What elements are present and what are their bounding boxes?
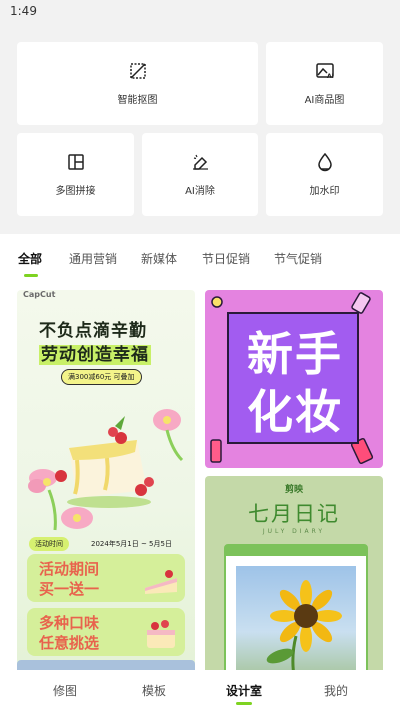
cake-illustration (28, 409, 184, 531)
promo-text: 任意挑选 (39, 634, 100, 652)
template-feed[interactable]: CapCut 不负点滴辛勤 劳动创造幸福 满300减60元 可叠加 活动时间 2… (0, 284, 400, 670)
tool-multi-image-collage[interactable]: 多图拼接 (17, 133, 134, 216)
window-title-bar (226, 546, 366, 556)
tab-general-marketing[interactable]: 通用营销 (69, 250, 117, 267)
tab-solar-term-promo[interactable]: 节气促销 (274, 250, 322, 267)
tool-ai-eraser[interactable]: AI消除 (142, 133, 258, 216)
ai-eraser-icon (193, 154, 208, 170)
brand-logo: CapCut (23, 290, 56, 299)
tool-label: AI商品图 (304, 95, 345, 106)
template-headline-line2: 劳动创造幸福 (39, 340, 151, 365)
nav-profile[interactable]: 我的 (324, 682, 348, 699)
nav-templates[interactable]: 模板 (142, 682, 166, 699)
active-nav-indicator (236, 702, 252, 705)
cake-slice-icon (145, 570, 177, 594)
tool-label: AI消除 (185, 186, 215, 197)
template-card-partial[interactable] (17, 660, 195, 670)
strawberry-cake-icon (147, 620, 175, 648)
sunflower-photo (236, 566, 356, 670)
ai-product-image-icon: AI (315, 63, 334, 80)
template-headline-line1: 不负点滴辛勤 (39, 321, 147, 341)
tab-all[interactable]: 全部 (18, 250, 42, 267)
template-card-july-diary[interactable]: 剪映 七月日记 JULY DIARY (205, 476, 383, 670)
promo-box-buy-one-get-one: 活动期间 买一送一 (27, 554, 185, 602)
watermark-icon (317, 152, 332, 172)
tool-smart-cutout[interactable]: 智能抠图 (17, 42, 258, 125)
sunflower-image (266, 580, 342, 670)
template-card-makeup[interactable]: 新手 化妆 (205, 290, 383, 468)
activity-time-label: 活动时间 (29, 537, 69, 551)
promo-box-multiple-flavors: 多种口味 任意挑选 (27, 608, 185, 656)
diary-photo-window (224, 544, 368, 670)
tab-holiday-promo[interactable]: 节日促销 (202, 250, 250, 267)
activity-date-range: 2024年5月1日 ~ 5月5日 (91, 540, 172, 548)
offer-pill: 满300减60元 可叠加 (61, 369, 142, 385)
tab-new-media[interactable]: 新媒体 (141, 250, 177, 267)
tool-label: 多图拼接 (55, 186, 96, 197)
tool-ai-product-image[interactable]: AI AI商品图 (266, 42, 383, 125)
promo-text: 买一送一 (39, 580, 100, 598)
svg-text:AI: AI (327, 73, 334, 80)
category-tabs: 全部 通用营销 新媒体 节日促销 节气促销 (0, 242, 400, 278)
tools-grid: 智能抠图 AI AI商品图 多图拼接 AI消除 加水印 (0, 26, 400, 234)
promo-text: 多种口味 (39, 614, 100, 632)
tool-label: 加水印 (309, 186, 340, 197)
tool-watermark[interactable]: 加水印 (266, 133, 383, 216)
bottom-nav: 修图 模板 设计室 我的 (0, 670, 400, 711)
promo-text: 活动期间 (39, 560, 100, 578)
tool-label: 智能抠图 (117, 95, 158, 106)
makeup-title-line1: 新手 (247, 327, 343, 381)
diary-subtitle: JULY DIARY (262, 528, 326, 535)
nav-retouch[interactable]: 修图 (53, 682, 77, 699)
status-bar: 1:49 (0, 0, 400, 26)
nav-design-studio[interactable]: 设计室 (226, 682, 262, 699)
multi-image-collage-icon (67, 154, 84, 170)
template-card-labor-day[interactable]: CapCut 不负点滴辛勤 劳动创造幸福 满300减60元 可叠加 活动时间 2… (17, 290, 195, 670)
makeup-title-line2: 化妆 (247, 385, 343, 439)
makeup-title-board: 新手 化妆 (227, 312, 359, 444)
active-tab-indicator (24, 274, 38, 277)
headline-highlight: 劳动创造幸福 (39, 345, 151, 365)
smart-cutout-icon (129, 63, 146, 79)
brand-logo: 剪映 (284, 485, 303, 495)
diary-title: 七月日记 (248, 502, 340, 526)
status-time: 1:49 (10, 4, 37, 18)
